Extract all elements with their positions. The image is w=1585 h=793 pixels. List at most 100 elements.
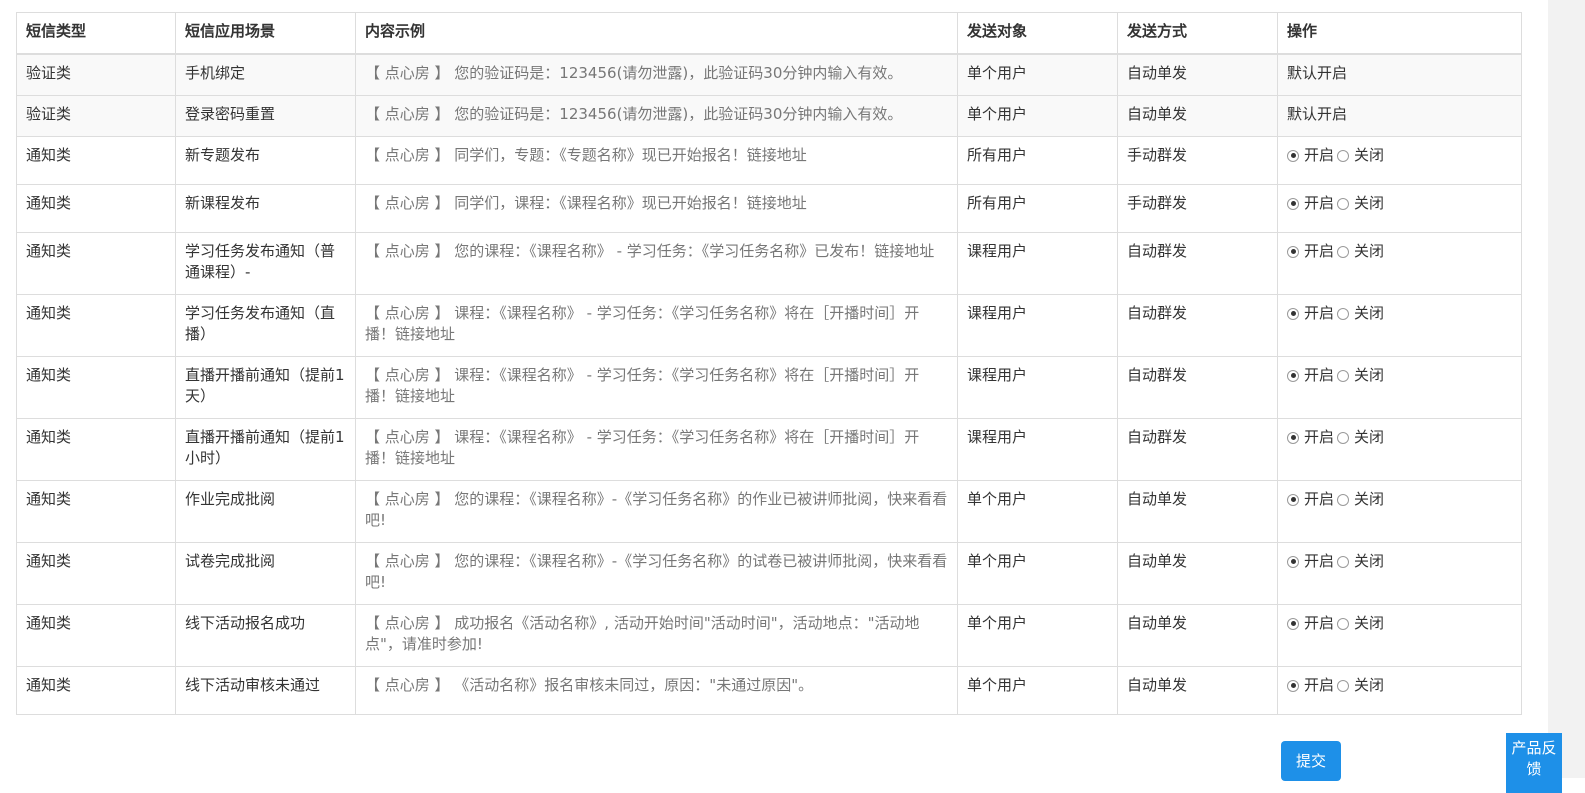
radio-off-label[interactable]: 关闭: [1354, 613, 1384, 634]
product-feedback-button[interactable]: 产品反馈: [1506, 733, 1562, 793]
cell-scene: 试卷完成批阅: [175, 542, 356, 605]
radio-on-label[interactable]: 开启: [1304, 551, 1334, 572]
radio-on[interactable]: [1287, 197, 1299, 210]
radio-off-label[interactable]: 关闭: [1354, 145, 1384, 166]
cell-target: 所有用户: [957, 136, 1118, 185]
cell-example: 【 点心房 】 您的验证码是：123456(请勿泄露)，此验证码30分钟内输入有…: [355, 95, 958, 137]
cell-type: 通知类: [16, 480, 176, 543]
radio-on-label[interactable]: 开启: [1304, 303, 1334, 324]
radio-on-label[interactable]: 开启: [1304, 193, 1334, 214]
cell-operation: 开启 关闭: [1277, 604, 1522, 667]
radio-on-label[interactable]: 开启: [1304, 489, 1334, 510]
cell-target: 所有用户: [957, 184, 1118, 233]
radio-on[interactable]: [1287, 307, 1299, 320]
cell-target: 单个用户: [957, 95, 1118, 137]
radio-on-label[interactable]: 开启: [1304, 675, 1334, 696]
cell-type: 通知类: [16, 184, 176, 233]
enable-radio-group: 开启 关闭: [1287, 365, 1387, 386]
cell-operation: 开启 关闭: [1277, 232, 1522, 295]
cell-scene: 新课程发布: [175, 184, 356, 233]
cell-example: 【 点心房 】 您的验证码是：123456(请勿泄露)，此验证码30分钟内输入有…: [355, 53, 958, 96]
cell-type: 通知类: [16, 232, 176, 295]
radio-on-label[interactable]: 开启: [1304, 427, 1334, 448]
page: 短信类型 短信应用场景 内容示例 发送对象 发送方式 操作 验证类 手机绑定 【…: [0, 0, 1548, 781]
radio-on[interactable]: [1287, 149, 1299, 162]
radio-on[interactable]: [1287, 493, 1299, 506]
radio-on[interactable]: [1287, 431, 1299, 444]
cell-method: 自动单发: [1117, 480, 1278, 543]
radio-off-label[interactable]: 关闭: [1354, 427, 1384, 448]
header-example: 内容示例: [355, 12, 958, 55]
cell-scene: 手机绑定: [175, 53, 356, 96]
cell-target: 单个用户: [957, 542, 1118, 605]
radio-off-label[interactable]: 关闭: [1354, 193, 1384, 214]
cell-example: 【 点心房 】 课程：《课程名称》 - 学习任务：《学习任务名称》将在［开播时间…: [355, 294, 958, 357]
cell-scene: 登录密码重置: [175, 95, 356, 137]
cell-method: 自动单发: [1117, 53, 1278, 96]
cell-example: 【 点心房 】 《活动名称》报名审核未同过，原因："未通过原因"。: [355, 666, 958, 715]
cell-type: 通知类: [16, 136, 176, 185]
radio-off-label[interactable]: 关闭: [1354, 365, 1384, 386]
radio-off[interactable]: [1337, 149, 1350, 162]
cell-example: 【 点心房 】 同学们，专题：《专题名称》现已开始报名！链接地址: [355, 136, 958, 185]
radio-off[interactable]: [1337, 307, 1350, 320]
cell-example: 【 点心房 】 您的课程：《课程名称》-《学习任务名称》的作业已被讲师批阅，快来…: [355, 480, 958, 543]
submit-button[interactable]: 提交: [1281, 741, 1341, 781]
radio-on[interactable]: [1287, 369, 1299, 382]
cell-operation: 开启 关闭: [1277, 418, 1522, 481]
cell-type: 通知类: [16, 418, 176, 481]
radio-off-label[interactable]: 关闭: [1354, 675, 1384, 696]
radio-on[interactable]: [1287, 555, 1299, 568]
radio-off-label[interactable]: 关闭: [1354, 551, 1384, 572]
radio-off[interactable]: [1337, 617, 1350, 630]
enable-radio-group: 开启 关闭: [1287, 427, 1387, 448]
radio-off[interactable]: [1337, 493, 1350, 506]
cell-type: 通知类: [16, 356, 176, 419]
right-rail: [1548, 0, 1585, 778]
radio-on-label[interactable]: 开启: [1304, 145, 1334, 166]
radio-on-label[interactable]: 开启: [1304, 241, 1334, 262]
radio-on[interactable]: [1287, 617, 1299, 630]
header-scene: 短信应用场景: [175, 12, 356, 55]
cell-method: 手动群发: [1117, 136, 1278, 185]
radio-off-label[interactable]: 关闭: [1354, 241, 1384, 262]
table-row: 验证类 登录密码重置 【 点心房 】 您的验证码是：123456(请勿泄露)，此…: [16, 95, 1522, 137]
cell-target: 单个用户: [957, 480, 1118, 543]
radio-off[interactable]: [1337, 245, 1350, 258]
cell-example: 【 点心房 】 同学们，课程：《课程名称》现已开始报名！链接地址: [355, 184, 958, 233]
table-row: 通知类 试卷完成批阅 【 点心房 】 您的课程：《课程名称》-《学习任务名称》的…: [16, 542, 1522, 605]
radio-off[interactable]: [1337, 555, 1350, 568]
cell-method: 手动群发: [1117, 184, 1278, 233]
cell-scene: 新专题发布: [175, 136, 356, 185]
cell-target: 课程用户: [957, 294, 1118, 357]
header-target: 发送对象: [957, 12, 1118, 55]
cell-type: 验证类: [16, 95, 176, 137]
radio-off[interactable]: [1337, 369, 1350, 382]
cell-example: 【 点心房 】 课程：《课程名称》 - 学习任务：《学习任务名称》将在［开播时间…: [355, 356, 958, 419]
table-row: 通知类 线下活动报名成功 【 点心房 】 成功报名《活动名称》, 活动开始时间"…: [16, 604, 1522, 667]
cell-target: 单个用户: [957, 53, 1118, 96]
radio-off[interactable]: [1337, 679, 1350, 692]
radio-off[interactable]: [1337, 431, 1350, 444]
cell-method: 自动群发: [1117, 356, 1278, 419]
header-method: 发送方式: [1117, 12, 1278, 55]
cell-operation: 开启 关闭: [1277, 294, 1522, 357]
radio-on-label[interactable]: 开启: [1304, 365, 1334, 386]
radio-off-label[interactable]: 关闭: [1354, 489, 1384, 510]
enable-radio-group: 开启 关闭: [1287, 303, 1387, 324]
cell-operation-default: 默认开启: [1277, 53, 1522, 96]
sms-settings-table: 短信类型 短信应用场景 内容示例 发送对象 发送方式 操作 验证类 手机绑定 【…: [16, 12, 1522, 715]
radio-off[interactable]: [1337, 197, 1350, 210]
cell-scene: 学习任务发布通知（直播）: [175, 294, 356, 357]
cell-type: 通知类: [16, 294, 176, 357]
cell-operation: 开启 关闭: [1277, 480, 1522, 543]
enable-radio-group: 开启 关闭: [1287, 551, 1387, 572]
cell-operation: 开启 关闭: [1277, 542, 1522, 605]
radio-on-label[interactable]: 开启: [1304, 613, 1334, 634]
cell-scene: 直播开播前通知（提前1天）: [175, 356, 356, 419]
radio-on[interactable]: [1287, 679, 1299, 692]
cell-method: 自动单发: [1117, 542, 1278, 605]
radio-off-label[interactable]: 关闭: [1354, 303, 1384, 324]
radio-on[interactable]: [1287, 245, 1299, 258]
cell-operation-default: 默认开启: [1277, 95, 1522, 137]
